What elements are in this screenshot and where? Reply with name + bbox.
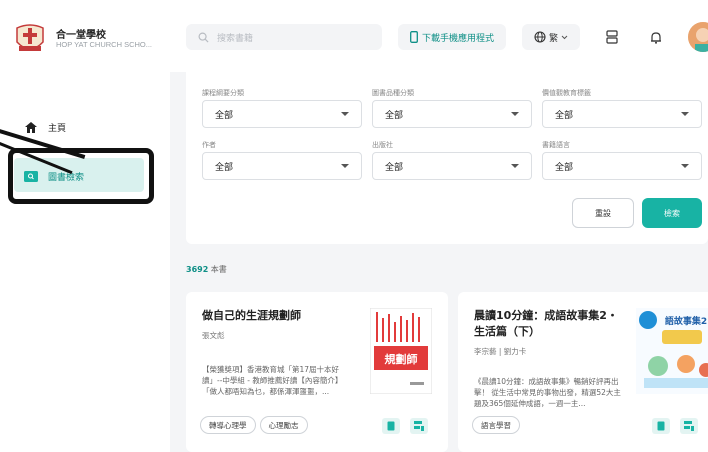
- filter-value: 全部: [555, 110, 574, 121]
- filter-value: 全部: [385, 162, 404, 173]
- filter-select-author[interactable]: 全部: [202, 152, 362, 180]
- download-app-label: 下載手機應用程式: [421, 33, 494, 44]
- annotation-highlight-box: [8, 148, 154, 204]
- filter-label: 出版社: [372, 141, 393, 149]
- add-to-shelf-icon[interactable]: [680, 418, 698, 434]
- book-description: 【榮獲獎項】香港教育城「第17屆十本好讀」--中學組 - 教師推薦好讀【內容簡介…: [202, 365, 343, 396]
- caret-down-icon: [681, 112, 689, 116]
- tag-chip[interactable]: 語言學習: [472, 416, 520, 434]
- search-icon: [198, 32, 209, 43]
- user-avatar[interactable]: [688, 22, 708, 52]
- filter-label: 書籍語言: [542, 141, 570, 149]
- top-header: 合一堂學校 HOP YAT CHURCH SCHO... 搜索書籍 下載手機應用…: [0, 0, 708, 72]
- caret-down-icon: [511, 164, 519, 168]
- phone-icon: [410, 31, 418, 43]
- caret-down-icon: [341, 164, 349, 168]
- bookmark-icon[interactable]: [652, 418, 670, 434]
- result-count: 3692 本書: [186, 264, 227, 275]
- caret-down-icon: [511, 112, 519, 116]
- filter-select-values-tag[interactable]: 全部: [542, 100, 702, 128]
- bookshelf-icon[interactable]: [602, 27, 622, 47]
- search-placeholder: 搜索書籍: [217, 33, 254, 44]
- school-name: 合一堂學校: [56, 30, 106, 41]
- globe-icon: [534, 31, 546, 43]
- book-title[interactable]: 做自己的生涯規劃師: [202, 308, 352, 324]
- filter-select-book-type[interactable]: 全部: [372, 100, 532, 128]
- book-cover-text: 語故事集2: [665, 315, 707, 327]
- add-to-shelf-icon[interactable]: [410, 418, 428, 434]
- book-title[interactable]: 晨讀10分鐘：成語故事集2・生活篇（下）: [474, 308, 624, 340]
- caret-down-icon: [681, 164, 689, 168]
- chevron-down-icon: [561, 35, 568, 39]
- book-author: 李宗藝 | 劉力卡: [474, 347, 527, 356]
- result-count-number: 3692: [186, 265, 209, 274]
- book-description: 《晨讀10分鐘：成語故事集》暢銷好評再出擊！ 從生活中常見的事物出發，精選52大…: [474, 377, 621, 408]
- filter-label: 課程綱要分類: [202, 89, 244, 97]
- book-card[interactable]: 做自己的生涯規劃師 張文彪 【榮獲獎項】香港教育城「第17屆十本好讀」--中學組…: [186, 292, 448, 452]
- search-button[interactable]: 檢索: [642, 198, 702, 228]
- filter-panel: 課程綱要分類 全部 圖書品種分類 全部 價值觀教育標籤 全部 作者 全部 出版社…: [186, 72, 708, 244]
- filter-select-curriculum[interactable]: 全部: [202, 100, 362, 128]
- book-cover-image[interactable]: 規劃師: [370, 308, 432, 394]
- search-input[interactable]: 搜索書籍: [186, 24, 382, 50]
- sidebar-item-label: 主頁: [48, 123, 67, 134]
- book-card[interactable]: 晨讀10分鐘：成語故事集2・生活篇（下） 李宗藝 | 劉力卡 《晨讀10分鐘：成…: [458, 292, 708, 452]
- language-select[interactable]: 繁: [522, 24, 580, 50]
- filter-value: 全部: [215, 110, 234, 121]
- filter-label: 作者: [202, 141, 216, 149]
- filter-value: 全部: [385, 110, 404, 121]
- caret-down-icon: [341, 112, 349, 116]
- filter-value: 全部: [555, 162, 574, 173]
- school-logo[interactable]: [14, 22, 46, 56]
- bookmark-icon[interactable]: [382, 418, 400, 434]
- download-app-button[interactable]: 下載手機應用程式: [398, 24, 506, 50]
- bell-icon[interactable]: [646, 27, 666, 47]
- book-cover-image[interactable]: 語故事集2: [636, 308, 708, 394]
- reset-button[interactable]: 重設: [572, 198, 634, 228]
- tag-chip[interactable]: 心理勵志: [259, 416, 308, 434]
- filter-select-language[interactable]: 全部: [542, 152, 702, 180]
- filter-select-publisher[interactable]: 全部: [372, 152, 532, 180]
- filter-label: 價值觀教育標籤: [542, 89, 591, 97]
- book-author: 張文彪: [202, 331, 225, 340]
- sidebar: 主頁 圖書檢索: [0, 72, 170, 452]
- school-english-name: HOP YAT CHURCH SCHO...: [56, 40, 152, 49]
- tag-chip[interactable]: 轉導心理學: [200, 416, 256, 434]
- result-count-unit: 本書: [208, 265, 227, 274]
- filter-value: 全部: [215, 162, 234, 173]
- filter-label: 圖書品種分類: [372, 89, 414, 97]
- book-cover-text: 規劃師: [385, 352, 418, 366]
- home-icon: [24, 120, 38, 134]
- language-label: 繁: [548, 33, 558, 44]
- sidebar-item-home[interactable]: 主頁: [24, 120, 66, 134]
